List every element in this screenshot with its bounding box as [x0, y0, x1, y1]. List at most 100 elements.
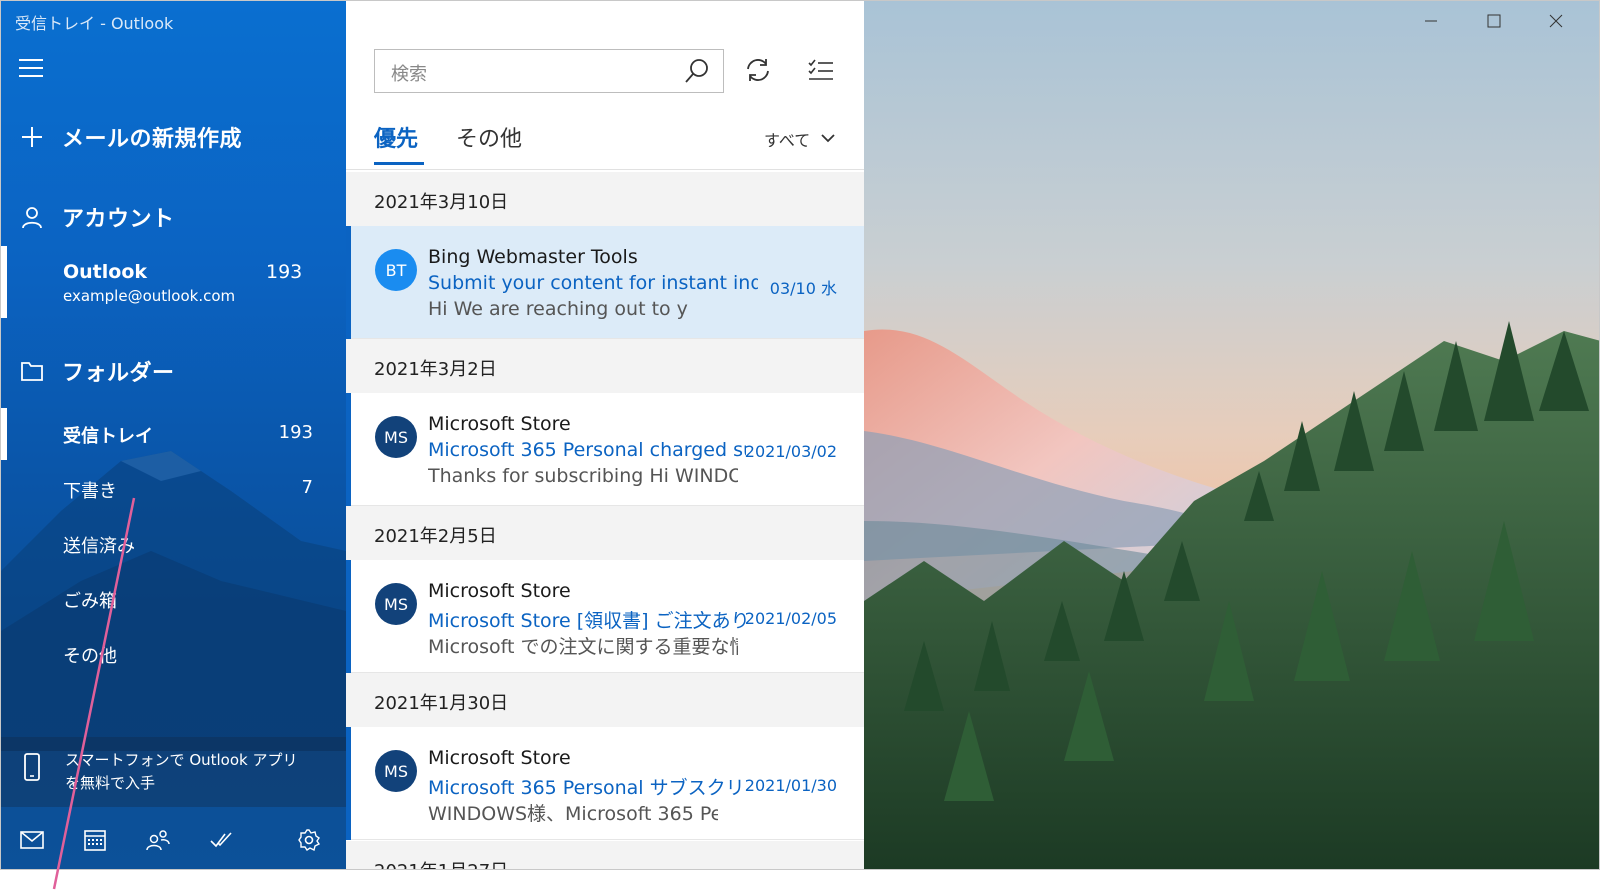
folder-count: 7 — [301, 477, 313, 498]
date-group-header: 2021年3月10日 — [346, 172, 864, 226]
maximize-button[interactable] — [1474, 7, 1514, 35]
folder-icon — [19, 358, 45, 384]
mail-icon[interactable] — [17, 825, 47, 855]
mail-sender: Bing Webmaster Tools — [428, 246, 638, 268]
search-icon[interactable] — [683, 57, 711, 89]
mail-subject: Microsoft 365 Personal サブスクリプ — [428, 777, 746, 799]
sync-button[interactable] — [741, 53, 775, 87]
folders-header[interactable]: フォルダー — [1, 351, 346, 391]
todo-icon[interactable] — [206, 825, 236, 855]
account-outlook[interactable]: Outlook example@outlook.com 193 — [1, 246, 346, 318]
mail-date: 2021/01/30 — [744, 776, 837, 795]
date-group-header: 2021年3月2日 — [346, 339, 864, 393]
search-input[interactable]: 検索 — [374, 49, 724, 93]
date-group-label: 2021年3月10日 — [374, 192, 509, 213]
outlook-window: 受信トレイ - Outlook メールの新規作成 アカウント Outlook e… — [0, 0, 1600, 870]
folder-name: 送信済み — [63, 536, 135, 557]
selection-indicator — [1, 408, 7, 460]
mail-subject: Submit your content for instant inde — [428, 272, 758, 294]
filter-dropdown[interactable]: すべて — [764, 127, 835, 151]
avatar: MS — [375, 583, 417, 625]
new-mail-button[interactable]: メールの新規作成 — [1, 117, 346, 157]
minimize-icon — [1425, 20, 1437, 22]
promo-text: スマートフォンで Outlook アプリを無料で入手 — [65, 751, 298, 792]
folder-drafts[interactable]: 下書き 7 — [1, 463, 346, 515]
date-group-label: 2021年1月30日 — [374, 693, 509, 714]
unread-indicator — [346, 560, 351, 673]
date-group-header: 2021年1月27日 — [346, 841, 864, 869]
divider — [346, 169, 864, 170]
date-group-header: 2021年1月30日 — [346, 673, 864, 727]
close-icon — [1549, 14, 1563, 28]
mail-sender: Microsoft Store — [428, 747, 571, 769]
unread-indicator — [346, 727, 351, 840]
get-mobile-app-promo[interactable]: スマートフォンで Outlook アプリを無料で入手 — [1, 737, 346, 807]
folder-name: 受信トレイ — [63, 426, 153, 447]
sync-icon — [747, 59, 769, 81]
chevron-down-icon — [820, 129, 836, 148]
mail-item[interactable]: MS Microsoft Store Microsoft 365 Persona… — [346, 393, 864, 506]
mail-subject: Microsoft 365 Personal charged su — [428, 439, 746, 461]
search-placeholder: 検索 — [391, 64, 427, 85]
mail-date: 2021/03/02 — [744, 442, 837, 461]
unread-indicator — [346, 226, 351, 339]
account-email: example@outlook.com — [63, 287, 236, 305]
settings-icon[interactable] — [294, 825, 324, 855]
mail-date: 2021/02/05 — [744, 609, 837, 628]
sidebar: 受信トレイ - Outlook メールの新規作成 アカウント Outlook e… — [1, 1, 346, 869]
message-list-pane: 検索 優先 その他 すべて 2021年3月10日 BT Bing Webmast… — [346, 1, 864, 869]
new-mail-label: メールの新規作成 — [62, 127, 243, 152]
mail-item[interactable]: MS Microsoft Store Microsoft Store [領収書]… — [346, 560, 864, 673]
window-title: 受信トレイ - Outlook — [15, 14, 174, 33]
date-group-header: 2021年2月5日 — [346, 506, 864, 560]
app-switcher-bar — [1, 811, 346, 869]
folder-name: その他 — [63, 646, 117, 667]
tab-focused[interactable]: 優先 — [374, 121, 418, 153]
plus-icon — [19, 124, 45, 150]
folders-label: フォルダー — [62, 361, 175, 386]
mail-preview: Hi We are reaching out to yo — [428, 298, 688, 320]
account-unread-count: 193 — [266, 261, 303, 283]
mail-preview: Microsoft での注文に関する重要な情 — [428, 636, 738, 658]
hamburger-menu-button[interactable] — [19, 59, 43, 81]
mail-preview: Thanks for subscribing Hi WINDOW — [428, 465, 738, 487]
selection-indicator — [1, 246, 7, 318]
mail-sender: Microsoft Store — [428, 580, 571, 602]
close-button[interactable] — [1536, 7, 1576, 35]
selection-mode-button[interactable] — [804, 53, 838, 87]
folder-sent[interactable]: 送信済み — [1, 518, 346, 570]
date-group-label: 2021年2月5日 — [374, 526, 497, 547]
folder-name: 下書き — [63, 481, 117, 502]
folder-trash[interactable]: ごみ箱 — [1, 573, 346, 625]
mail-item[interactable]: BT Bing Webmaster Tools Submit your cont… — [346, 226, 864, 339]
people-icon[interactable] — [143, 825, 173, 855]
account-name: Outlook — [63, 261, 148, 283]
person-icon — [19, 204, 45, 230]
date-group-label: 2021年1月27日 — [374, 857, 508, 869]
minimize-button[interactable] — [1411, 7, 1451, 35]
select-list-icon — [808, 59, 833, 80]
filter-label: すべて — [764, 131, 811, 150]
mail-item[interactable]: MS Microsoft Store Microsoft 365 Persona… — [346, 727, 864, 840]
maximize-icon — [1487, 14, 1501, 28]
reading-pane-background — [864, 1, 1599, 869]
avatar: BT — [375, 249, 417, 291]
tab-other[interactable]: その他 — [456, 121, 522, 153]
avatar: MS — [375, 750, 417, 792]
smartphone-icon — [23, 753, 41, 785]
folder-count: 193 — [278, 422, 313, 443]
active-tab-indicator — [374, 162, 424, 165]
accounts-label: アカウント — [62, 207, 175, 232]
landscape-image — [864, 1, 1599, 869]
folder-name: ごみ箱 — [63, 591, 117, 612]
folder-more[interactable]: その他 — [1, 628, 346, 680]
date-group-label: 2021年3月2日 — [374, 359, 497, 380]
folder-inbox[interactable]: 受信トレイ 193 — [1, 408, 346, 460]
mail-preview: WINDOWS様、Microsoft 365 Pe — [428, 803, 718, 825]
unread-indicator — [346, 393, 351, 506]
calendar-icon[interactable] — [80, 825, 110, 855]
mail-subject: Microsoft Store [領収書] ご注文あり — [428, 610, 746, 632]
avatar: MS — [375, 416, 417, 458]
mail-date: 03/10 水 — [769, 279, 837, 298]
accounts-header[interactable]: アカウント — [1, 197, 346, 237]
